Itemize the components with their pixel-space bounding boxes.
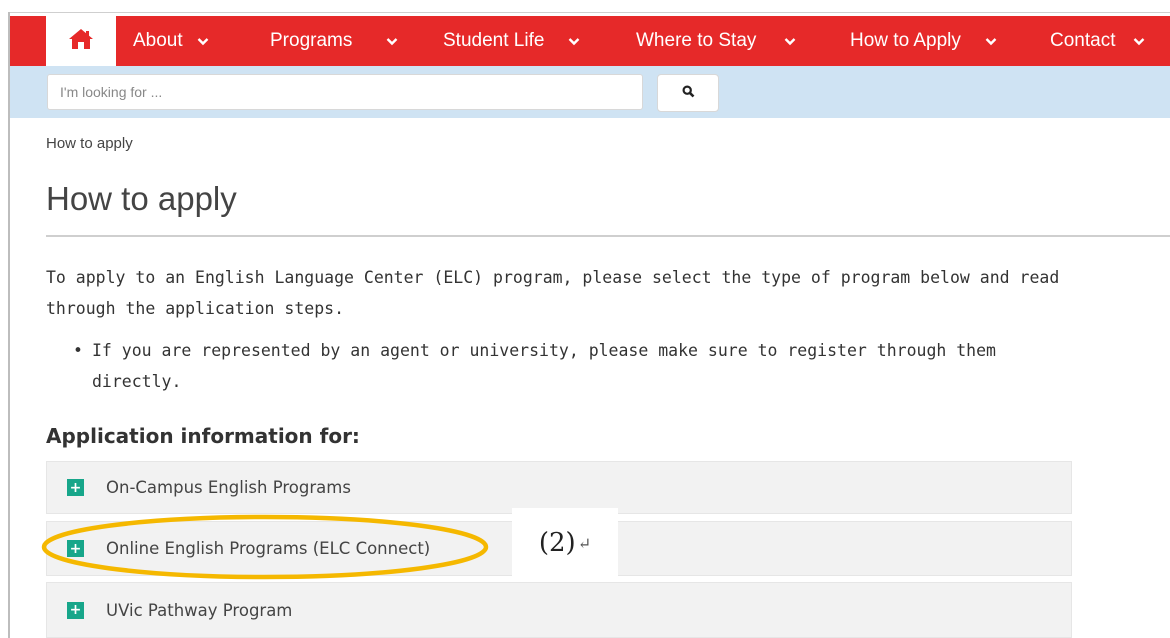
chevron-down-icon[interactable]: [784, 37, 796, 46]
bullet-dot: •: [73, 341, 83, 360]
search-input[interactable]: [47, 74, 643, 110]
nav-item-about[interactable]: About: [133, 16, 209, 66]
main-navigation: About Programs Student Life Where to Sta…: [10, 16, 1170, 66]
annotation-label: (2) ↵: [512, 508, 618, 578]
search-icon: [681, 85, 695, 101]
chevron-down-icon[interactable]: [568, 37, 580, 46]
chevron-down-icon[interactable]: [386, 37, 398, 46]
nav-item-where-to-stay[interactable]: Where to Stay: [636, 16, 796, 66]
chevron-down-icon[interactable]: [1133, 37, 1145, 46]
plus-icon[interactable]: +: [67, 479, 84, 496]
accordion-item-uvic-pathway[interactable]: + UVic Pathway Program: [46, 582, 1072, 638]
bullet-text: If you are represented by an agent or un…: [92, 341, 996, 391]
nav-item-how-to-apply[interactable]: How to Apply: [850, 16, 997, 66]
plus-icon[interactable]: +: [67, 601, 84, 619]
return-mark-icon: ↵: [577, 533, 592, 553]
accordion-label: Online English Programs (ELC Connect): [106, 539, 431, 558]
page-title: How to apply: [46, 180, 237, 217]
chevron-down-icon[interactable]: [197, 37, 209, 46]
nav-item-contact[interactable]: Contact: [1050, 16, 1145, 66]
accordion-label: UVic Pathway Program: [106, 600, 293, 620]
nav-item-label: How to Apply: [850, 30, 961, 51]
nav-item-label: Student Life: [443, 30, 545, 51]
window-border-top: [8, 12, 1170, 13]
chevron-down-icon[interactable]: [985, 37, 997, 46]
intro-paragraph: To apply to an English Language Center (…: [46, 268, 1060, 318]
nav-item-label: Where to Stay: [636, 30, 757, 51]
nav-item-label: Programs: [270, 30, 353, 51]
nav-item-programs[interactable]: Programs: [270, 16, 398, 66]
breadcrumb[interactable]: How to apply: [46, 135, 133, 152]
accordion-label: On-Campus English Programs: [106, 478, 351, 497]
window-top-margin: [0, 0, 1170, 12]
nav-item-student-life[interactable]: Student Life: [443, 16, 580, 66]
search-bar: [10, 66, 1170, 118]
nav-item-label: Contact: [1050, 30, 1116, 51]
plus-icon[interactable]: +: [67, 540, 84, 557]
annotation-number: (2): [538, 528, 576, 558]
search-button[interactable]: [657, 74, 719, 112]
title-divider: [46, 235, 1170, 237]
list-item: • If you are represented by an agent or …: [70, 335, 1022, 397]
nav-item-label: About: [133, 30, 183, 51]
application-heading: Application information for:: [46, 424, 360, 448]
home-icon: [68, 28, 94, 54]
accordion-item-on-campus[interactable]: + On-Campus English Programs: [46, 461, 1072, 514]
home-button[interactable]: [46, 16, 116, 66]
